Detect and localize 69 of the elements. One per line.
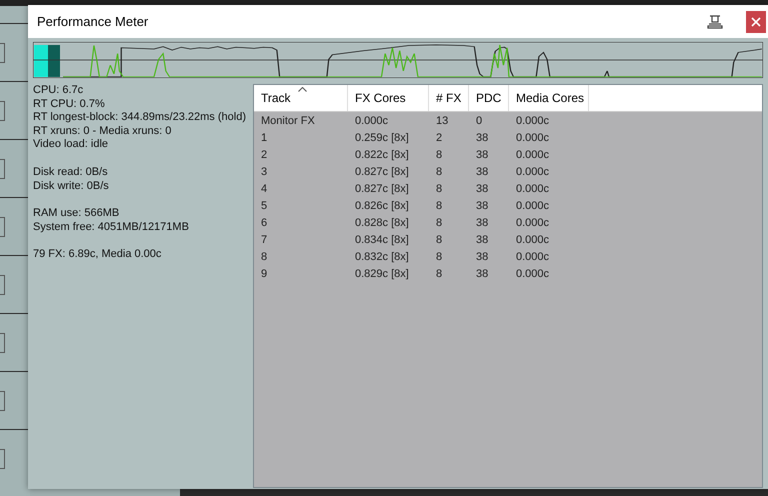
stat-line: RT CPU: 0.7% [33,98,105,112]
table-cell-text: 5 [260,200,268,212]
stat-line: RT longest-block: 344.89ms/23.22ms (hold) [33,111,246,125]
table-cell-text: 0.000c [515,200,550,212]
stat-line: Video load: idle [33,138,108,152]
table-cell-text: 6 [260,216,268,228]
column-header[interactable]: Media Cores [509,85,589,111]
table-cell-text: 0.000c [515,216,550,228]
table-cell-text: 2 [435,132,444,144]
stat-line: System free: 4051MB/12171MB [33,220,189,234]
table-cell-text: 0.000c [515,132,550,144]
table-cell-text: 0.826c [8x] [354,200,410,212]
close-icon [751,16,761,26]
table-cell-text: 8 [260,250,268,262]
column-header[interactable]: Track [254,85,348,111]
table-cell-text: 0.827c [8x] [354,182,410,194]
column-header[interactable]: PDC [469,85,509,111]
table-cell-text: 38 [475,268,490,280]
table-cell-text: 0.259c [8x] [354,132,410,144]
table-cell-text: 0 [475,114,484,126]
table-cell-text: 38 [475,216,490,228]
table-cell-text: 38 [475,250,490,262]
pin-icon[interactable] [706,14,724,28]
table-cell-text: 0.000c [515,234,550,246]
table-cell-text: 0.000c [515,250,550,262]
table-cell-text: 0.000c [515,268,550,280]
table-cell-text: 38 [475,166,490,178]
table-cell-text: 38 [475,148,490,160]
table-cell-text: 0.000c [515,166,550,178]
table-cell-text: 8 [435,216,444,228]
table-cell-text: 1 [260,132,268,144]
stat-line: Disk read: 0B/s [33,166,108,180]
table-cell-text: 0.827c [8x] [354,166,410,178]
table-cell-text: 38 [475,200,490,212]
table-cell-text: 9 [260,268,268,280]
column-header[interactable]: FX Cores [348,85,429,111]
table-cell-text: 8 [435,166,444,178]
table-cell-text: 38 [475,234,490,246]
table-cell-text: 0.832c [8x] [354,250,410,262]
table-cell-text: 0.000c [515,182,550,194]
table-cell-text: 8 [435,148,444,160]
table-cell-text: Monitor FX [260,114,316,126]
table-cell-text: 8 [435,234,444,246]
table-cell-text: 8 [435,268,444,280]
stat-line: 79 FX: 6.89c, Media 0.00c [33,248,162,262]
table-cell-text: 8 [435,182,444,194]
column-header[interactable]: # FX [429,85,469,111]
table-cell-text: 0.000c [515,148,550,160]
table-cell-text: 38 [475,132,490,144]
table-cell-text: 8 [435,200,444,212]
table-cell-text: 13 [435,114,450,126]
table-cell-text: 0.828c [8x] [354,216,410,228]
table-cell-text: 0.834c [8x] [354,234,410,246]
table-cell-text: 38 [475,182,490,194]
stat-line: CPU: 6.7c [33,84,84,98]
stat-line: RAM use: 566MB [33,207,120,221]
table-cell-text: 7 [260,234,268,246]
table-cell-text: 8 [435,250,444,262]
table-cell-text: 2 [260,148,268,160]
table-cell-text: 0.822c [8x] [354,148,410,160]
table-cell-text: 4 [260,182,268,194]
table-cell-text: 0.000c [515,114,550,126]
stat-line: Disk write: 0B/s [33,180,109,194]
close-button[interactable] [746,10,766,32]
table-cell-text: 0.829c [8x] [354,268,410,280]
table-cell-text: 3 [260,166,268,178]
table-cell-text: 0.000c [354,114,390,126]
window-title: Performance Meter [37,14,150,29]
stat-line: RT xruns: 0 - Media xruns: 0 [33,124,172,138]
